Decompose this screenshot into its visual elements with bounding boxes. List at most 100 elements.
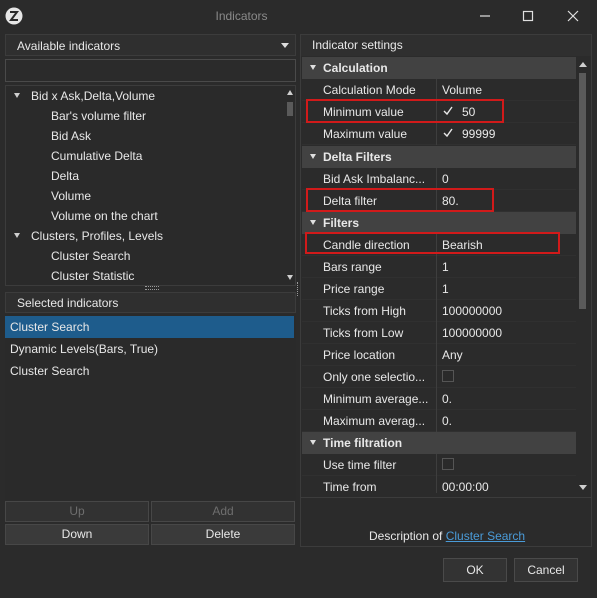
property-row[interactable]: Ticks from High 100000000 <box>302 300 576 322</box>
property-row[interactable]: Bid Ask Imbalanc... 0 <box>302 168 576 190</box>
tree-item[interactable]: Cluster Search <box>51 246 130 266</box>
property-row[interactable]: Maximum averag... 0. <box>302 410 576 432</box>
list-item[interactable]: Cluster Search <box>5 360 294 382</box>
scroll-up-icon[interactable] <box>579 62 587 67</box>
scroll-down-icon[interactable] <box>287 275 293 280</box>
property-value[interactable]: 80. <box>442 190 459 212</box>
property-value[interactable]: Any <box>442 344 463 366</box>
property-row[interactable]: Use time filter <box>302 454 576 476</box>
property-name: Delta filter <box>323 194 378 208</box>
category-label: Time filtration <box>323 436 403 450</box>
property-row[interactable]: Price location Any <box>302 344 576 366</box>
up-button[interactable]: Up <box>5 501 149 522</box>
checkbox-unchecked-icon[interactable] <box>442 370 454 382</box>
column-divider <box>436 234 437 256</box>
property-grid-scrollbar[interactable] <box>577 59 587 493</box>
column-divider <box>436 366 437 388</box>
property-name: Bid Ask Imbalanc... <box>323 172 426 186</box>
column-divider <box>436 454 437 476</box>
tree-scrollbar[interactable] <box>286 88 294 282</box>
property-value[interactable]: 1 <box>442 278 449 300</box>
column-divider <box>436 410 437 432</box>
property-row[interactable]: Minimum value 50 <box>302 101 576 123</box>
tree-item[interactable]: Volume on the chart <box>51 206 158 226</box>
property-row[interactable]: Calculation Mode Volume <box>302 79 576 101</box>
property-name: Maximum averag... <box>323 414 426 428</box>
property-row[interactable]: Only one selectio... <box>302 366 576 388</box>
property-value[interactable]: Volume <box>442 79 482 101</box>
property-value[interactable]: 100000000 <box>442 300 502 322</box>
minimize-button[interactable] <box>475 6 495 26</box>
property-row[interactable]: Delta filter 80. <box>302 190 576 212</box>
ok-button[interactable]: OK <box>443 558 507 582</box>
description-line: Description of Cluster Search <box>369 529 525 543</box>
indicator-tree[interactable]: Bid x Ask,Delta,Volume Bar's volume filt… <box>5 85 296 286</box>
checkbox-checked-icon[interactable] <box>442 127 454 139</box>
property-row[interactable]: Ticks from Low 100000000 <box>302 322 576 344</box>
cancel-button[interactable]: Cancel <box>514 558 578 582</box>
scroll-up-icon[interactable] <box>287 90 293 95</box>
property-row[interactable]: Maximum value 99999 <box>302 123 576 145</box>
property-row[interactable]: Minimum average... 0. <box>302 388 576 410</box>
splitter-grip[interactable] <box>145 286 159 290</box>
property-value[interactable]: Bearish <box>442 234 483 256</box>
scroll-thumb[interactable] <box>579 73 586 309</box>
add-button[interactable]: Add <box>151 501 295 522</box>
tree-item[interactable]: Cluster Statistic <box>51 266 134 285</box>
property-value[interactable]: 0. <box>442 410 452 432</box>
selected-indicators-list[interactable]: Cluster Search Dynamic Levels(Bars, True… <box>5 314 296 500</box>
vertical-splitter-grip[interactable] <box>297 282 299 296</box>
property-name: Bars range <box>323 260 382 274</box>
property-value[interactable]: 0 <box>442 168 449 190</box>
caret-down-icon <box>14 233 20 238</box>
checkbox-unchecked-icon[interactable] <box>442 458 454 470</box>
category-delta-filters[interactable]: Delta Filters <box>302 146 576 168</box>
tree-item[interactable]: Bid Ask <box>51 126 91 146</box>
caret-down-icon <box>310 65 316 70</box>
tree-item[interactable]: Cumulative Delta <box>51 146 142 166</box>
scroll-down-icon[interactable] <box>579 485 587 490</box>
column-divider <box>436 79 437 101</box>
list-item[interactable]: Cluster Search <box>5 316 294 338</box>
category-filters[interactable]: Filters <box>302 212 576 234</box>
column-divider <box>436 344 437 366</box>
tree-item[interactable]: Bar's volume filter <box>51 106 146 126</box>
property-value[interactable]: 99999 <box>462 123 495 145</box>
indicator-buttons: Up Add Down Delete <box>5 501 296 545</box>
selected-indicators-header: Selected indicators <box>5 292 296 313</box>
category-calculation[interactable]: Calculation <box>302 57 576 79</box>
chevron-down-icon <box>281 43 289 48</box>
search-input[interactable] <box>5 59 296 82</box>
property-value[interactable]: 1 <box>442 256 449 278</box>
property-name: Ticks from High <box>323 304 406 318</box>
property-row[interactable]: Time from 00:00:00 <box>302 476 576 493</box>
property-value[interactable]: 100000000 <box>442 322 502 344</box>
settings-header-label: Indicator settings <box>312 38 403 52</box>
down-button[interactable]: Down <box>5 524 149 545</box>
property-value[interactable]: 0. <box>442 388 452 410</box>
category-label: Calculation <box>323 61 388 75</box>
property-grid[interactable]: Calculation Calculation Mode Volume Mini… <box>302 57 576 493</box>
divider <box>301 497 591 498</box>
checkbox-checked-icon[interactable] <box>442 105 454 117</box>
tree-item[interactable]: Delta <box>51 166 79 186</box>
description-link[interactable]: Cluster Search <box>446 529 525 543</box>
available-indicators-dropdown[interactable]: Available indicators <box>5 34 296 56</box>
left-panel: Available indicators Bid x Ask,Delta,Vol… <box>5 34 296 547</box>
close-button[interactable] <box>563 6 583 26</box>
list-item[interactable]: Dynamic Levels(Bars, True) <box>5 338 294 360</box>
delete-button[interactable]: Delete <box>151 524 295 545</box>
property-value[interactable]: 50 <box>462 101 475 123</box>
tree-label: Clusters, Profiles, Levels <box>31 229 164 243</box>
property-row[interactable]: Candle direction Bearish <box>302 234 576 256</box>
property-row[interactable]: Bars range 1 <box>302 256 576 278</box>
property-row[interactable]: Price range 1 <box>302 278 576 300</box>
category-time-filtration[interactable]: Time filtration <box>302 432 576 454</box>
property-name: Ticks from Low <box>323 326 404 340</box>
tree-item[interactable]: Volume <box>51 186 91 206</box>
scroll-thumb[interactable] <box>287 102 293 116</box>
property-name: Only one selectio... <box>323 370 426 384</box>
property-value[interactable]: 00:00:00 <box>442 476 489 493</box>
column-divider <box>436 123 437 145</box>
maximize-button[interactable] <box>518 6 538 26</box>
